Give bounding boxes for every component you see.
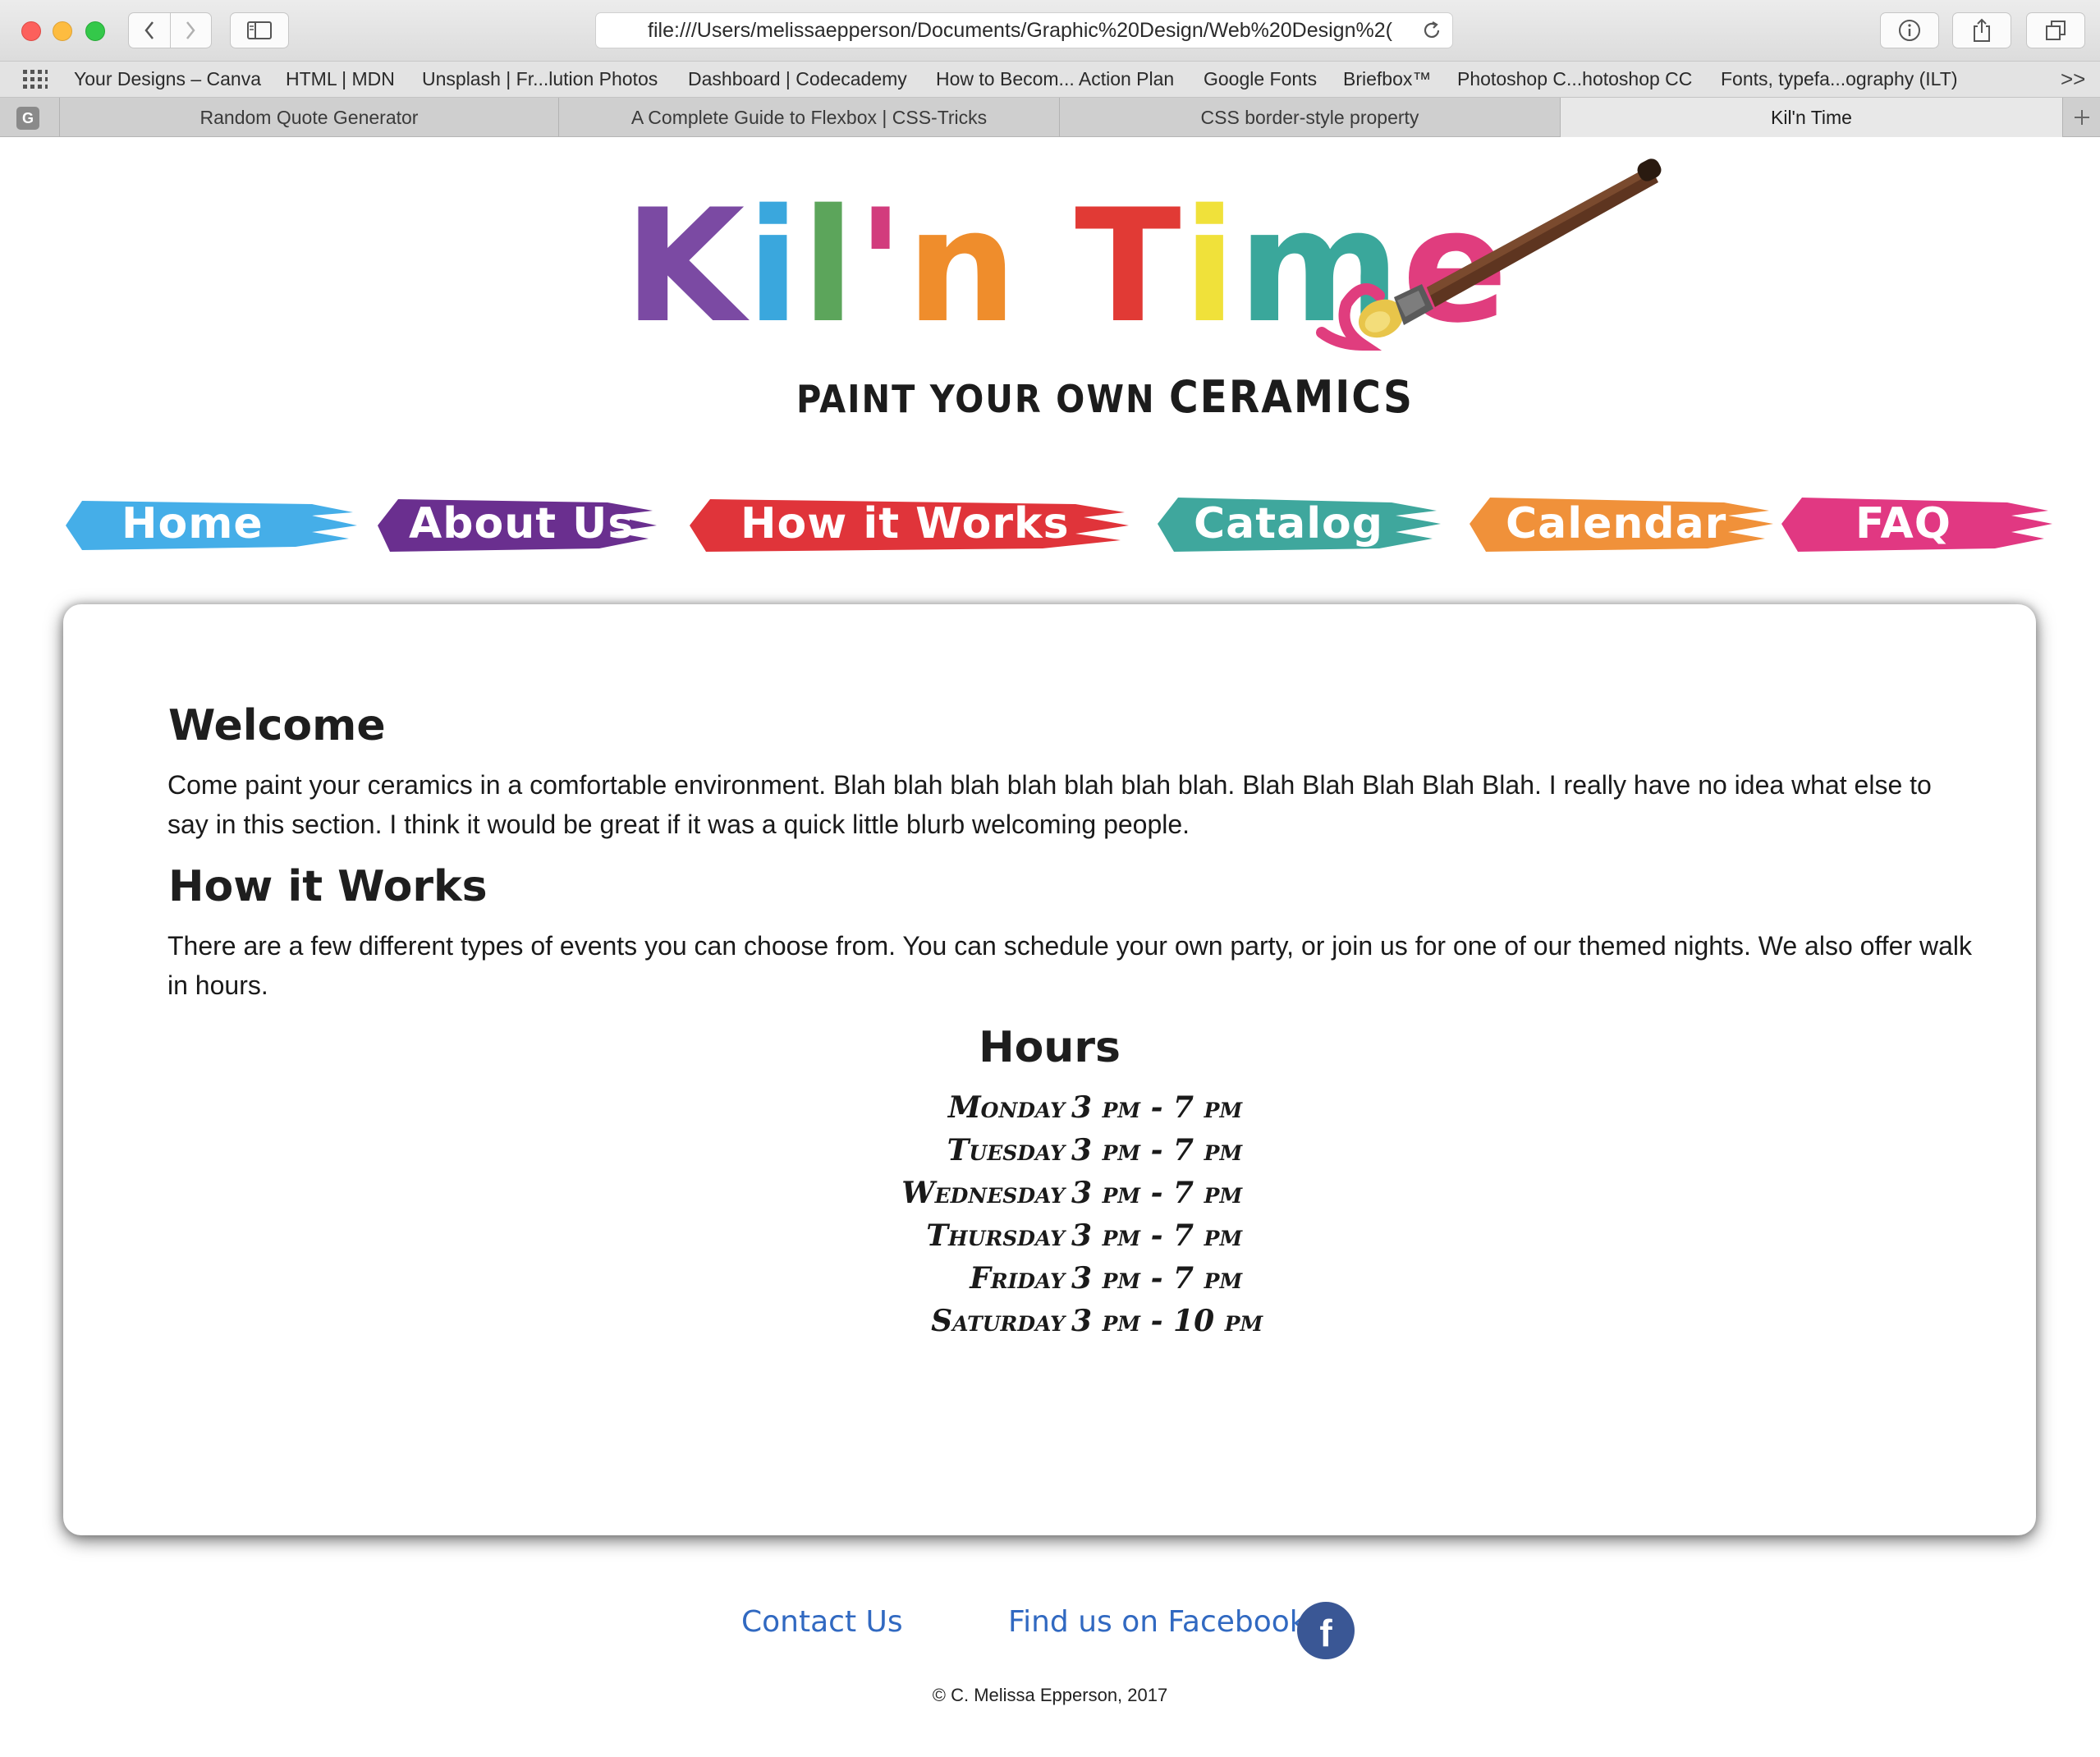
logo-letter: l xyxy=(801,176,857,357)
address-bar[interactable]: file:///Users/melissaepperson/Documents/… xyxy=(595,12,1453,48)
hours-row: Thursday 3 pm - 7 pm xyxy=(892,1218,1262,1261)
sidebar-icon xyxy=(247,21,272,39)
paintbrush-icon xyxy=(1316,158,1662,351)
logo-letter: ' xyxy=(856,176,906,357)
nav-how-it-works[interactable]: How it Works xyxy=(690,484,1129,567)
close-window-button[interactable] xyxy=(21,21,41,41)
bookmark-google-fonts[interactable]: Google Fonts xyxy=(1204,68,1317,90)
tabs-overview-icon xyxy=(2046,21,2066,40)
page-info-button[interactable] xyxy=(1880,12,1939,48)
sidebar-toggle-button[interactable] xyxy=(230,12,289,48)
more-bookmarks-button[interactable]: >> xyxy=(2061,67,2085,92)
hours-row: Wednesday 3 pm - 7 pm xyxy=(892,1176,1262,1218)
tab-bar: G Random Quote Generator A Complete Guid… xyxy=(0,98,2100,137)
logo-letter: K xyxy=(624,176,747,357)
hours-day: Thursday xyxy=(926,1218,1065,1253)
nav-faq[interactable]: FAQ xyxy=(1781,484,2052,567)
share-button[interactable] xyxy=(1952,12,2011,48)
logo-letter: T xyxy=(1075,176,1183,357)
bookmark-unsplash[interactable]: Unsplash | Fr...lution Photos xyxy=(422,68,658,90)
minimize-window-button[interactable] xyxy=(53,21,72,41)
facebook-icon[interactable]: f xyxy=(1297,1602,1355,1659)
tab-kiln-time[interactable]: Kil'n Time xyxy=(1560,98,2062,137)
forward-button[interactable] xyxy=(169,13,212,48)
tab-flexbox-guide[interactable]: A Complete Guide to Flexbox | CSS-Tricks xyxy=(558,98,1059,137)
bookmark-action-plan[interactable]: How to Becom... Action Plan xyxy=(936,68,1174,90)
bookmark-briefbox[interactable]: Briefbox™ xyxy=(1343,68,1431,90)
site-logo[interactable]: Kil'n Time PAINT YOUR OWN CERAMICS xyxy=(624,156,1790,435)
tab-random-quote[interactable]: Random Quote Generator xyxy=(59,98,558,137)
logo-letter: i xyxy=(1182,176,1238,357)
nav-catalog[interactable]: Catalog xyxy=(1158,484,1441,567)
back-button[interactable] xyxy=(129,13,170,48)
hours-day: Friday xyxy=(970,1261,1065,1296)
logo-letter xyxy=(1019,189,1075,345)
nav-label: Home xyxy=(122,499,264,548)
welcome-heading: Welcome xyxy=(168,701,386,750)
chevron-right-icon xyxy=(186,21,195,39)
hours-row: Saturday 3 pm - 10 pm xyxy=(892,1304,1263,1346)
bookmark-canva[interactable]: Your Designs – Canva xyxy=(74,68,261,90)
copyright-text: © C. Melissa Epperson, 2017 xyxy=(932,1685,1168,1705)
hours-time: 3 pm - 7 pm xyxy=(1071,1218,1243,1253)
hours-day: Wednesday xyxy=(901,1176,1065,1210)
chevron-left-icon xyxy=(144,21,154,39)
nav-label: How it Works xyxy=(741,499,1070,548)
nav-label: FAQ xyxy=(1855,499,1952,548)
nav-calendar[interactable]: Calendar xyxy=(1470,484,1773,567)
welcome-text: Come paint your ceramics in a comfortabl… xyxy=(167,770,1932,839)
hours-time: 3 pm - 7 pm xyxy=(1071,1133,1243,1168)
logo-letter: n xyxy=(906,176,1019,357)
nav-about-us[interactable]: About Us xyxy=(378,484,657,567)
main-nav: Home About Us How it Works Catalog Calen… xyxy=(66,484,2069,567)
tagline-small: PAINT YOUR OWN xyxy=(796,377,1156,421)
tagline-big: CERAMICS xyxy=(1169,371,1414,423)
content-card: Welcome Come paint your ceramics in a co… xyxy=(63,604,2036,1535)
hours-day: Monday xyxy=(947,1090,1065,1125)
nav-label: About Us xyxy=(409,499,635,548)
hours-row: Friday 3 pm - 7 pm xyxy=(892,1261,1262,1304)
show-tabs-button[interactable] xyxy=(2026,12,2085,48)
reload-icon xyxy=(1424,21,1440,38)
bookmark-mdn[interactable]: HTML | MDN xyxy=(286,68,395,90)
hours-day: Saturday xyxy=(931,1304,1065,1338)
how-it-works-text: There are a few different types of event… xyxy=(167,931,1972,1000)
nav-home[interactable]: Home xyxy=(66,484,357,567)
url-text: file:///Users/melissaepperson/Documents/… xyxy=(648,18,1392,42)
bookmark-fonts[interactable]: Fonts, typefa...ography (ILT) xyxy=(1721,68,1957,90)
info-icon xyxy=(1899,20,1920,41)
bookmark-photoshop[interactable]: Photoshop C...hotoshop CC xyxy=(1457,68,1692,90)
hours-time: 3 pm - 7 pm xyxy=(1071,1261,1243,1296)
new-tab-button[interactable] xyxy=(2062,98,2100,137)
plus-icon xyxy=(2074,110,2089,125)
hours-row: Monday 3 pm - 7 pm xyxy=(892,1090,1262,1133)
hours-heading: Hours xyxy=(979,1023,1121,1072)
how-it-works-heading: How it Works xyxy=(168,862,488,911)
pinned-tab[interactable]: G xyxy=(16,107,39,130)
contact-us-link[interactable]: Contact Us xyxy=(741,1605,903,1639)
hours-time: 3 pm - 7 pm xyxy=(1071,1090,1243,1125)
bookmark-codecademy[interactable]: Dashboard | Codecademy xyxy=(688,68,907,90)
logo-letter: i xyxy=(746,176,802,357)
hours-row: Tuesday 3 pm - 7 pm xyxy=(892,1133,1262,1176)
tab-border-style[interactable]: CSS border-style property xyxy=(1059,98,1560,137)
apps-grid-icon[interactable] xyxy=(23,70,48,94)
facebook-letter: f xyxy=(1319,1612,1332,1654)
logo-tagline: PAINT YOUR OWN CERAMICS xyxy=(796,371,1414,423)
zoom-window-button[interactable] xyxy=(85,21,105,41)
reload-button[interactable] xyxy=(1411,20,1452,41)
share-icon xyxy=(1974,18,1990,42)
facebook-link[interactable]: Find us on Facebook xyxy=(1008,1605,1307,1639)
history-buttons xyxy=(128,12,212,48)
nav-label: Catalog xyxy=(1194,499,1383,548)
hours-time: 3 pm - 7 pm xyxy=(1071,1176,1243,1210)
hours-time: 3 pm - 10 pm xyxy=(1071,1304,1263,1338)
browser-titlebar: file:///Users/melissaepperson/Documents/… xyxy=(0,0,2100,62)
bookmarks-bar: Your Designs – Canva HTML | MDN Unsplash… xyxy=(0,62,2100,98)
nav-label: Calendar xyxy=(1506,499,1727,548)
hours-day: Tuesday xyxy=(947,1133,1065,1168)
